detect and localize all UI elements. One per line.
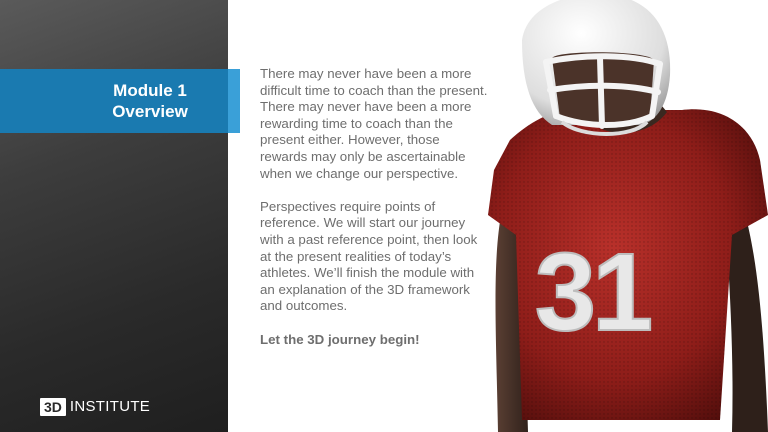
right-arm: [726, 210, 768, 432]
football-player-image: 31: [488, 0, 768, 432]
closing-line: Let the 3D journey begin!: [260, 331, 420, 347]
logo-name: INSTITUTE: [69, 398, 151, 415]
module-title: Module 1 Overview: [92, 80, 208, 122]
paragraph-intro: There may never have been a more difficu…: [260, 66, 488, 181]
institute-logo: 3D INSTITUTE: [40, 397, 150, 417]
left-panel: [0, 0, 228, 432]
slide: Module 1 Overview There may never have b…: [0, 0, 768, 432]
jersey-number: 31: [535, 231, 651, 354]
content-text: There may never have been a more difficu…: [260, 66, 488, 365]
logo-mark: 3D: [40, 398, 66, 416]
paragraph-perspectives: Perspectives require points of reference…: [260, 198, 478, 314]
module-banner-accent: [228, 69, 240, 133]
module-title-line2: Overview: [112, 102, 188, 121]
module-title-line1: Module 1: [113, 81, 187, 100]
